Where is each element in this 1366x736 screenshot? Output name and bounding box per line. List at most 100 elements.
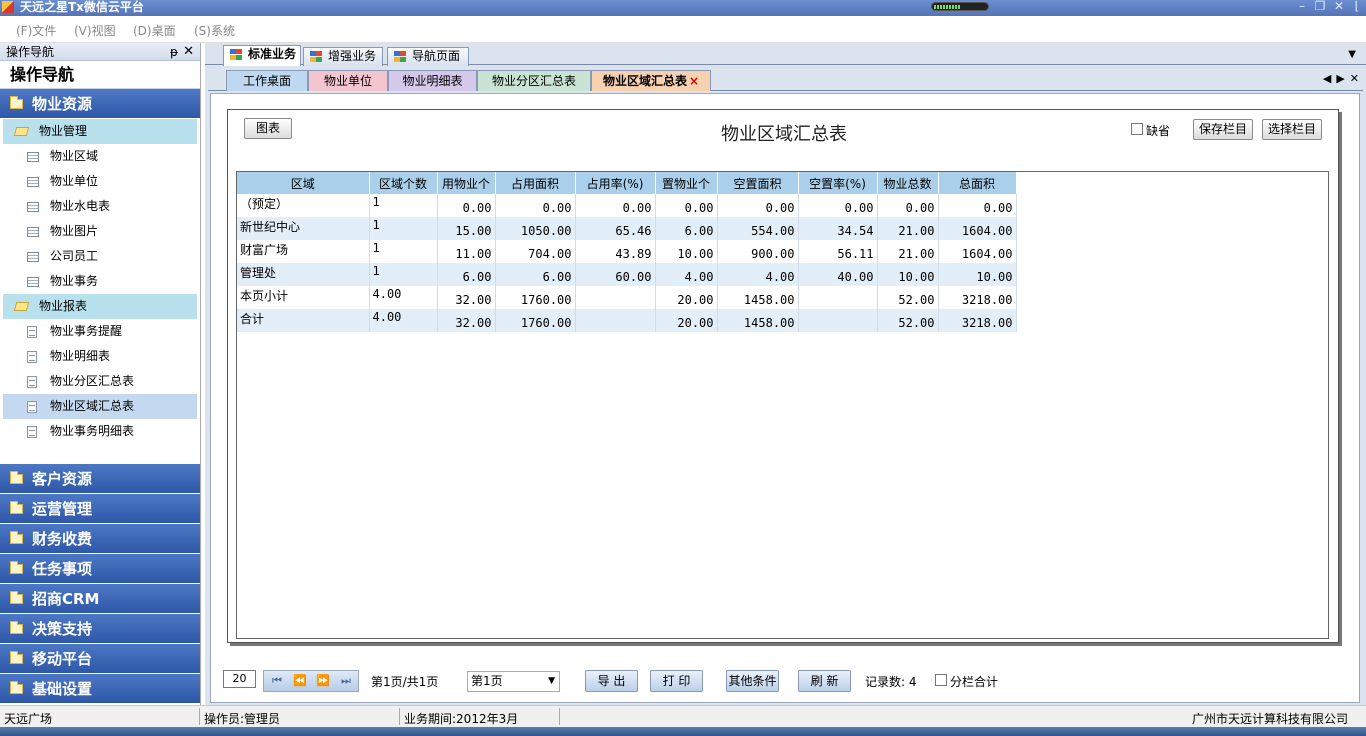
tab-dropdown-icon[interactable]: ▼: [1348, 49, 1356, 60]
nav-item-label: 物业区域汇总表: [50, 399, 135, 413]
column-header[interactable]: 用物业个: [437, 172, 496, 194]
menu-file[interactable]: (F)文件: [16, 22, 56, 39]
nav-group-label: 财务收费: [32, 530, 93, 548]
folder-icon: [10, 471, 23, 484]
page-select[interactable]: 第1页 ▼: [467, 671, 560, 692]
column-header[interactable]: 置物业个: [655, 172, 718, 194]
tab-primary[interactable]: 标准业务: [223, 45, 301, 66]
nav-item[interactable]: 物业事务明细表: [3, 419, 197, 444]
nav-item[interactable]: 物业事务提醒: [3, 319, 197, 344]
status-period: 业务期间:2012年3月: [404, 712, 519, 726]
menu-system[interactable]: (S)系统: [194, 22, 235, 39]
column-total-checkbox[interactable]: [935, 674, 947, 686]
table-cell: 0.00: [798, 194, 878, 217]
nav-subgroup[interactable]: 物业报表: [3, 294, 197, 319]
tab-document[interactable]: 物业分区汇总表: [477, 70, 591, 91]
table-row[interactable]: 本页小计 4.00 32.00 1760.00 20.00 1458.00 52.00 321…: [237, 286, 1017, 309]
prev-page-icon[interactable]: ⏪: [289, 674, 311, 687]
menu-view[interactable]: (V)视图: [74, 22, 116, 39]
nav-group[interactable]: 决策支持: [0, 614, 200, 644]
nav-group[interactable]: 移动平台: [0, 644, 200, 674]
nav-item[interactable]: 公司员工: [3, 244, 197, 269]
pin-icon[interactable]: ᵽ: [170, 43, 178, 61]
other-conditions-button[interactable]: 其他条件: [726, 670, 779, 692]
nav-item[interactable]: 物业明细表: [3, 344, 197, 369]
title-bar: 天远之星Tx微信云平台 – ❐ ✕ ⌊: [0, 0, 1366, 16]
progress-fill: [934, 5, 961, 9]
nav-group[interactable]: 运营管理: [0, 494, 200, 524]
help-icon[interactable]: ⌊: [1349, 0, 1365, 14]
status-company: 广州市天远计算科技有限公司: [1192, 712, 1349, 726]
column-header[interactable]: 物业总数: [877, 172, 939, 194]
table-cell: 0.00: [437, 194, 496, 217]
close-panel-icon[interactable]: ✕: [183, 43, 194, 61]
document-tab-strip: ◀ ▶ ✕ 工作桌面 物业单位 物业明细表 物业分区汇总表 物业区域汇总表 ×: [208, 69, 1363, 91]
nav-group-label: 移动平台: [32, 650, 93, 668]
column-header[interactable]: 空置率(%): [798, 172, 878, 194]
nav-item[interactable]: 物业区域: [3, 144, 197, 169]
table-row[interactable]: 财富广场 1 11.00 704.00 43.89 10.00 900.00 56.11 21.…: [237, 240, 1017, 263]
tab-primary[interactable]: 增强业务: [303, 47, 383, 66]
tab-close-icon[interactable]: ×: [689, 74, 699, 88]
table-cell: 65.46: [575, 217, 656, 240]
nav-group[interactable]: 任务事项: [0, 554, 200, 584]
table-row[interactable]: （预定） 1 0.00 0.00 0.00 0.00 0.00 0.00 0.00 0.00: [237, 194, 1017, 217]
column-header[interactable]: 空置面积: [717, 172, 799, 194]
refresh-button[interactable]: 刷 新: [798, 670, 851, 692]
select-columns-button[interactable]: 选择栏目: [1262, 119, 1322, 140]
close-icon[interactable]: ✕: [1331, 0, 1347, 14]
tab-document[interactable]: 物业明细表: [388, 70, 477, 91]
save-columns-button[interactable]: 保存栏目: [1193, 119, 1253, 140]
table-cell: 1: [369, 194, 438, 217]
nav-item[interactable]: 物业水电表: [3, 194, 197, 219]
nav-subgroup-label: 物业报表: [39, 299, 88, 313]
tab-document-label: 物业分区汇总表: [491, 74, 576, 88]
table-cell: [575, 286, 656, 309]
table-cell: 4.00: [717, 263, 799, 286]
module-icon: [310, 51, 323, 62]
nav-group[interactable]: 客户资源: [0, 464, 200, 494]
page-size-input[interactable]: 20: [223, 670, 256, 688]
nav-subgroup[interactable]: 物业管理: [3, 119, 197, 144]
table-row[interactable]: 新世纪中心 1 15.00 1050.00 65.46 6.00 554.00 34.54 21…: [237, 217, 1017, 240]
table-row[interactable]: 管理处 1 6.00 6.00 60.00 4.00 4.00 40.00 10.00 10.00: [237, 263, 1017, 286]
nav-item[interactable]: 物业单位: [3, 169, 197, 194]
nav-group[interactable]: 财务收费: [0, 524, 200, 554]
nav-item[interactable]: 物业分区汇总表: [3, 369, 197, 394]
nav-item[interactable]: 物业事务: [3, 269, 197, 294]
tab-document[interactable]: 物业区域汇总表 ×: [591, 70, 711, 91]
first-page-icon[interactable]: ⏮: [266, 674, 288, 688]
last-page-icon[interactable]: ⏭: [335, 674, 357, 688]
next-page-icon[interactable]: ⏩: [312, 674, 334, 687]
folder-icon: [10, 651, 23, 664]
tab-next-icon[interactable]: ▶: [1336, 72, 1344, 85]
tab-close-all-icon[interactable]: ✕: [1350, 72, 1359, 85]
tab-prev-icon[interactable]: ◀: [1323, 72, 1331, 85]
table-cell: 3218.00: [938, 286, 1017, 309]
export-button[interactable]: 导 出: [585, 670, 638, 692]
tab-document[interactable]: 工作桌面: [226, 70, 308, 91]
window-title: 天远之星Tx微信云平台: [20, 0, 144, 14]
nav-group[interactable]: 物业资源: [0, 89, 200, 119]
nav-item[interactable]: 物业图片: [3, 219, 197, 244]
nav-group[interactable]: 招商CRM: [0, 584, 200, 614]
column-header[interactable]: 区域个数: [369, 172, 438, 194]
column-header[interactable]: 总面积: [938, 172, 1017, 194]
menu-desktop[interactable]: (D)桌面: [133, 22, 176, 39]
table-cell: 1458.00: [717, 286, 799, 309]
table-cell: 52.00: [877, 286, 939, 309]
nav-item[interactable]: 物业区域汇总表: [3, 394, 197, 419]
column-header[interactable]: 区域: [237, 172, 370, 194]
restore-icon[interactable]: ❐: [1312, 0, 1328, 14]
table-cell: 1: [369, 240, 438, 263]
default-checkbox[interactable]: [1131, 123, 1143, 135]
minimize-icon[interactable]: –: [1294, 0, 1310, 14]
table-row[interactable]: 合计 4.00 32.00 1760.00 20.00 1458.00 52.00 3218.…: [237, 309, 1017, 332]
print-button[interactable]: 打 印: [650, 670, 703, 692]
column-header[interactable]: 占用率(%): [575, 172, 656, 194]
column-header[interactable]: 占用面积: [495, 172, 576, 194]
tab-document[interactable]: 物业单位: [308, 70, 388, 91]
nav-group[interactable]: 基础设置: [0, 674, 200, 704]
nav-title: 操作导航: [0, 61, 200, 89]
tab-primary[interactable]: 导航页面: [387, 47, 469, 66]
